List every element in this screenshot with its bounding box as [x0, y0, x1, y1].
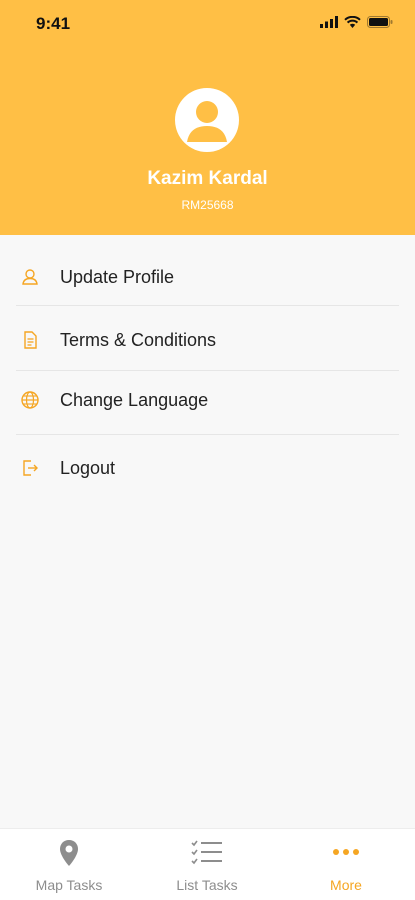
globe-icon: [21, 391, 39, 409]
profile-header: 9:41 Kazim Kardal RM25668: [0, 0, 415, 235]
menu-item-label: Update Profile: [60, 267, 175, 287]
profile-name: Kazim Kardal: [147, 168, 268, 189]
tab-label: More: [330, 877, 362, 893]
menu-item-update-profile[interactable]: Update Profile: [0, 245, 415, 309]
tab-more[interactable]: More: [277, 829, 415, 900]
tab-label: List Tasks: [176, 877, 238, 893]
tab-label: Map Tasks: [35, 877, 103, 893]
status-icons: [320, 16, 393, 28]
tab-bar: Map Tasks List Tasks More: [0, 828, 415, 900]
wifi-icon: [344, 16, 361, 28]
avatar[interactable]: [175, 88, 239, 152]
profile-id: RM25668: [181, 198, 234, 212]
document-icon: [24, 331, 37, 349]
menu-item-label: Terms & Conditions: [60, 330, 217, 350]
logout-icon: [23, 460, 38, 476]
menu-item-terms[interactable]: Terms & Conditions: [0, 308, 415, 372]
menu-item-label: Change Language: [60, 390, 209, 410]
more-dots-icon: [333, 849, 359, 855]
user-icon: [22, 269, 38, 285]
checklist-icon: [191, 840, 222, 865]
menu-item-logout[interactable]: Logout: [0, 436, 415, 500]
menu-divider: [16, 305, 399, 306]
signal-icon: [320, 16, 338, 28]
menu-item-change-language[interactable]: Change Language: [0, 368, 415, 432]
tab-list-tasks[interactable]: List Tasks: [138, 829, 276, 900]
status-time: 9:41: [36, 14, 71, 33]
menu-item-label: Logout: [60, 458, 116, 478]
status-bar: 9:41: [0, 0, 415, 48]
avatar-user-icon: [187, 101, 227, 142]
battery-icon: [367, 16, 393, 28]
map-pin-icon: [60, 840, 78, 866]
tab-map-tasks[interactable]: Map Tasks: [0, 829, 138, 900]
menu-divider: [16, 434, 399, 435]
